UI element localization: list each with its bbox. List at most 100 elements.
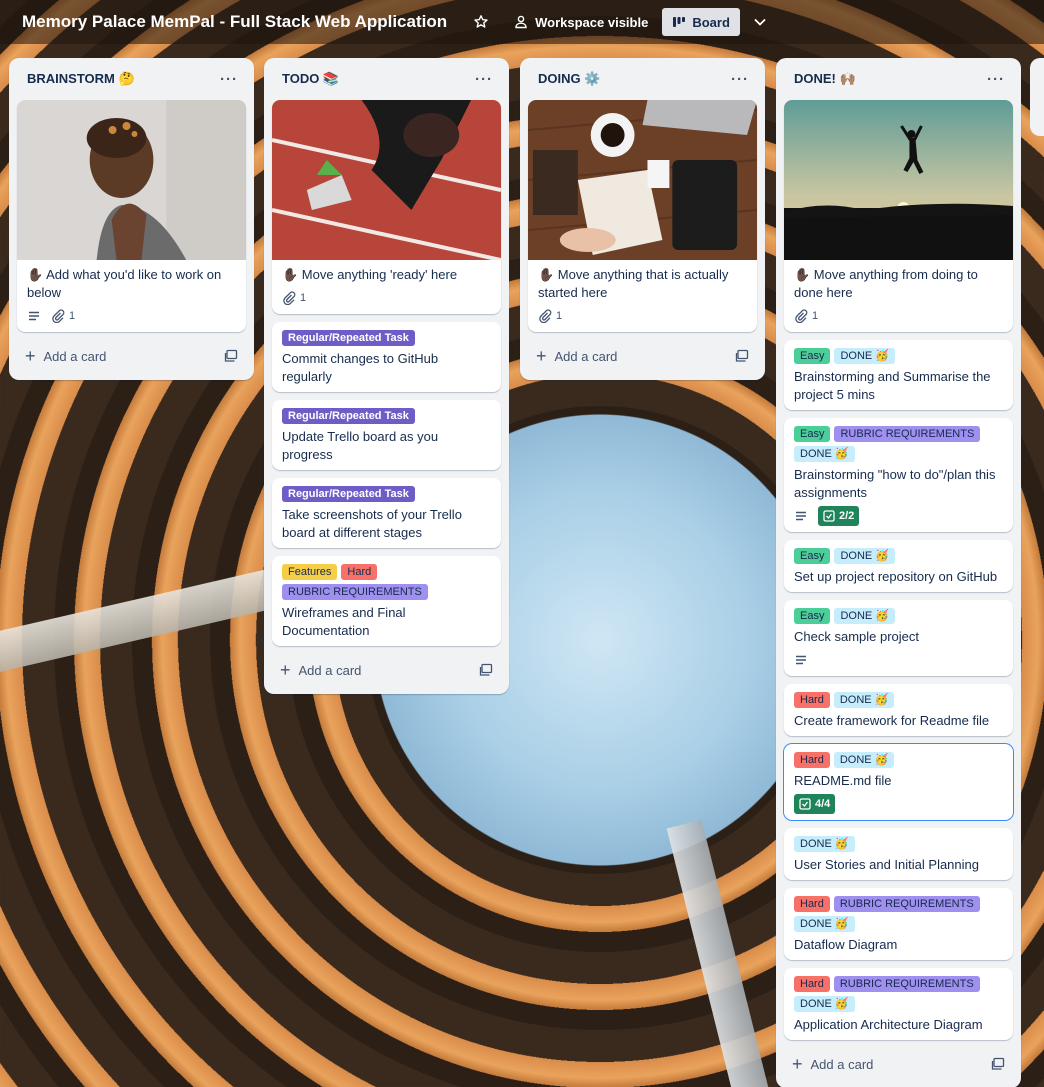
label-done[interactable]: DONE 🥳 <box>794 446 855 462</box>
list-header: TODO 📚 ··· <box>272 58 501 100</box>
description-badge <box>794 509 808 523</box>
list-todo: TODO 📚 ··· ✋🏿 Move anything 'ready' here… <box>264 58 509 694</box>
card-badges: 1 <box>282 288 491 308</box>
card[interactable]: Easy DONE 🥳 Set up project repository on… <box>784 540 1013 592</box>
card[interactable]: DONE 🥳 User Stories and Initial Planning <box>784 828 1013 880</box>
attachment-count: 1 <box>556 310 563 322</box>
label-rubric[interactable]: RUBRIC REQUIREMENTS <box>833 976 980 992</box>
list-doing: DOING ⚙️ ··· ✋🏿 Move anything that is ac… <box>520 58 765 380</box>
label-rubric[interactable]: RUBRIC REQUIREMENTS <box>282 584 428 600</box>
card[interactable]: Features Hard RUBRIC REQUIREMENTS Wirefr… <box>272 556 501 646</box>
card[interactable]: Hard RUBRIC REQUIREMENTS DONE 🥳 Dataflow… <box>784 888 1013 960</box>
label-easy[interactable]: Easy <box>794 348 831 364</box>
card-badges: 1 <box>538 306 747 326</box>
add-card-button[interactable]: + Add a card <box>528 340 757 372</box>
label-done[interactable]: DONE 🥳 <box>834 548 896 564</box>
label-hard[interactable]: Hard <box>794 976 830 992</box>
list-title[interactable]: DONE! 🙌🏽 <box>794 71 856 87</box>
list-menu-button[interactable]: ··· <box>220 71 238 88</box>
label-done[interactable]: DONE 🥳 <box>794 836 855 852</box>
list-title[interactable]: BRAINSTORM 🤔 <box>27 71 135 87</box>
card[interactable]: Regular/Repeated Task Commit changes to … <box>272 322 501 392</box>
star-icon <box>474 15 488 28</box>
label-regular[interactable]: Regular/Repeated Task <box>282 408 415 424</box>
background-rail <box>666 819 770 1087</box>
visibility-button[interactable]: Workspace visible <box>505 8 656 36</box>
card-cover-image <box>272 100 501 260</box>
attachment-badge: 1 <box>51 309 75 323</box>
board-title[interactable]: Memory Palace MemPal - Full Stack Web Ap… <box>22 12 447 32</box>
card[interactable]: Hard RUBRIC REQUIREMENTS DONE 🥳 Applicat… <box>784 968 1013 1040</box>
template-icon[interactable] <box>735 349 749 363</box>
add-card-button[interactable]: + Add a card <box>272 654 501 686</box>
list-title[interactable]: DOING ⚙️ <box>538 71 600 87</box>
card-title: Create framework for Readme file <box>794 713 990 728</box>
label-hard[interactable]: Hard <box>794 692 830 708</box>
board-view-button[interactable]: Board <box>662 8 740 36</box>
label-hard[interactable]: Hard <box>341 564 378 580</box>
card-badges: 2/2 <box>794 506 1003 526</box>
card-cover-image <box>17 100 246 260</box>
list-partial[interactable] <box>1030 58 1044 136</box>
paperclip-icon <box>539 309 552 323</box>
label-rubric[interactable]: RUBRIC REQUIREMENTS <box>833 896 980 912</box>
attachment-badge: 1 <box>794 309 818 323</box>
template-icon[interactable] <box>991 1057 1005 1071</box>
label-regular[interactable]: Regular/Repeated Task <box>282 330 415 346</box>
label-done[interactable]: DONE 🥳 <box>833 752 895 768</box>
list-menu-button[interactable]: ··· <box>987 71 1005 88</box>
checklist-badge: 2/2 <box>818 506 860 526</box>
label-regular[interactable]: Regular/Repeated Task <box>282 486 415 502</box>
card[interactable]: Hard DONE 🥳 README.md file 4/4 <box>784 744 1013 820</box>
label-done[interactable]: DONE 🥳 <box>794 996 855 1012</box>
card[interactable]: Easy DONE 🥳 Brainstorming and Summarise … <box>784 340 1013 410</box>
list-menu-button[interactable]: ··· <box>731 71 749 88</box>
card-title: ✋🏿 Move anything 'ready' here <box>282 267 458 282</box>
card-title: Brainstorming and Summarise the project … <box>794 369 991 402</box>
star-button[interactable] <box>465 8 497 36</box>
card[interactable]: Regular/Repeated Task Take screenshots o… <box>272 478 501 548</box>
checklist-badge: 4/4 <box>794 794 836 814</box>
board-icon <box>673 17 686 27</box>
board-view-label: Board <box>692 14 730 30</box>
label-hard[interactable]: Hard <box>794 896 830 912</box>
card-badges: 4/4 <box>794 794 1003 814</box>
paperclip-icon <box>52 309 65 323</box>
list-title[interactable]: TODO 📚 <box>282 71 339 87</box>
add-card-button[interactable]: + Add a card <box>784 1048 1013 1080</box>
template-icon[interactable] <box>224 349 238 363</box>
label-rubric[interactable]: RUBRIC REQUIREMENTS <box>834 426 981 442</box>
label-easy[interactable]: Easy <box>794 548 831 564</box>
card[interactable]: Easy RUBRIC REQUIREMENTS DONE 🥳 Brainsto… <box>784 418 1013 532</box>
list-menu-button[interactable]: ··· <box>475 71 493 88</box>
card[interactable]: Regular/Repeated Task Update Trello boar… <box>272 400 501 470</box>
card[interactable]: ✋🏿 Move anything from doing to done here… <box>784 100 1013 332</box>
template-icon[interactable] <box>479 663 493 677</box>
label-done[interactable]: DONE 🥳 <box>794 916 855 932</box>
card[interactable]: ✋🏿 Add what you'd like to work on below … <box>17 100 246 332</box>
card[interactable]: ✋🏿 Move anything that is actually starte… <box>528 100 757 332</box>
label-features[interactable]: Features <box>282 564 338 580</box>
checklist-count: 2/2 <box>839 510 855 522</box>
label-easy[interactable]: Easy <box>794 608 831 624</box>
attachment-badge: 1 <box>282 291 306 305</box>
label-done[interactable]: DONE 🥳 <box>834 348 896 364</box>
description-badge <box>794 653 808 667</box>
add-card-label: Add a card <box>298 662 362 678</box>
label-done[interactable]: DONE 🥳 <box>833 692 895 708</box>
chevron-down-icon <box>754 19 766 26</box>
label-hard[interactable]: Hard <box>794 752 830 768</box>
add-card-button[interactable]: + Add a card <box>17 340 246 372</box>
card-title: ✋🏿 Move anything from doing to done here <box>794 267 978 300</box>
attachment-count: 1 <box>300 292 307 304</box>
add-card-label: Add a card <box>43 348 107 364</box>
card[interactable]: ✋🏿 Move anything 'ready' here 1 <box>272 100 501 314</box>
attachment-badge: 1 <box>538 309 562 323</box>
views-dropdown-button[interactable] <box>744 8 776 36</box>
card[interactable]: Hard DONE 🥳 Create framework for Readme … <box>784 684 1013 736</box>
label-easy[interactable]: Easy <box>794 426 831 442</box>
label-done[interactable]: DONE 🥳 <box>834 608 896 624</box>
card[interactable]: Easy DONE 🥳 Check sample project <box>784 600 1013 676</box>
card-cover-image <box>528 100 757 260</box>
list-header: DONE! 🙌🏽 ··· <box>784 58 1013 100</box>
